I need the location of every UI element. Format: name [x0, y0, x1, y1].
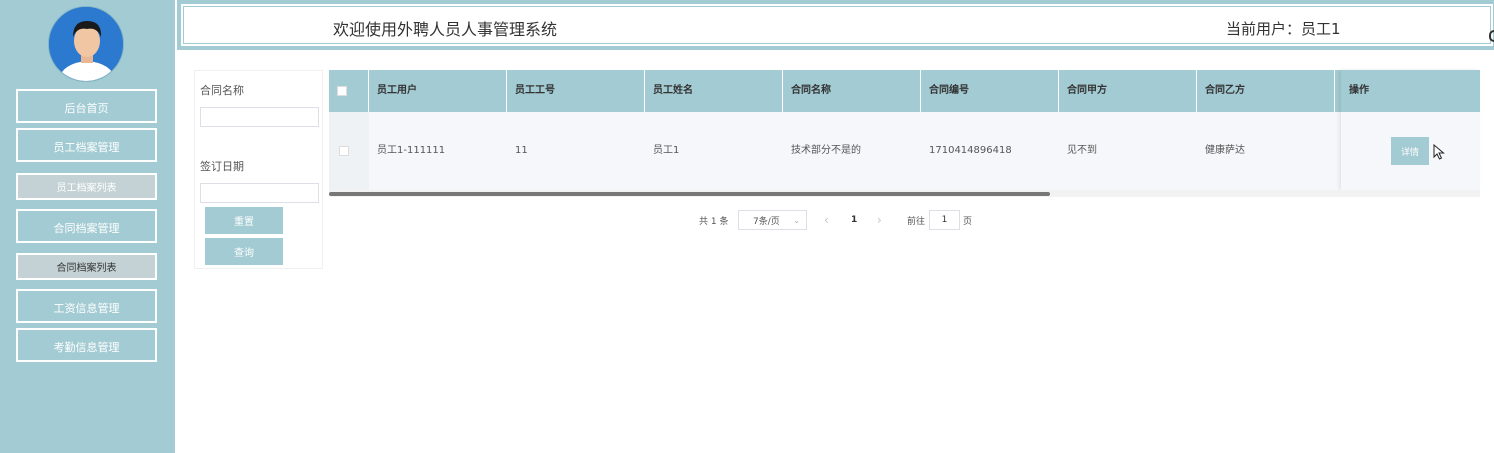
column-header-party-b[interactable]: 合同乙方 [1197, 70, 1335, 112]
prev-page-button[interactable]: ‹ [824, 210, 829, 230]
row-select-cell [329, 112, 369, 190]
sidebar-item-home[interactable]: 后台首页 [16, 89, 157, 123]
sidebar-item-attendance-management[interactable]: 考勤信息管理 [16, 328, 157, 362]
column-header-operations: 操作 [1341, 70, 1480, 112]
sign-date-input[interactable] [200, 183, 319, 203]
avatar-image [49, 7, 123, 81]
sidebar-item-contract-archive-list[interactable]: 合同档案列表 [16, 253, 157, 280]
table-header: 员工用户 员工工号 员工姓名 合同名称 合同编号 合同甲方 合同乙方 [329, 70, 1480, 112]
cell-employee-number: 11 [515, 145, 528, 156]
current-page-number[interactable]: 1 [851, 210, 857, 230]
cell-party-a: 见不到 [1067, 145, 1097, 156]
select-all-cell [329, 70, 369, 112]
detail-button[interactable]: 详情 [1391, 137, 1429, 165]
cell-party-b: 健康萨达 [1205, 145, 1245, 156]
column-header-employee-number[interactable]: 员工工号 [507, 70, 645, 112]
operations-cell: 详情 [1341, 112, 1480, 190]
avatar [48, 6, 124, 82]
column-header-party-a[interactable]: 合同甲方 [1059, 70, 1197, 112]
horizontal-scrollbar-thumb[interactable] [329, 192, 1050, 196]
edge-icon [1489, 30, 1494, 42]
operations-column: 操作 详情 [1341, 70, 1480, 190]
page-size-value: 7条/页 [753, 216, 780, 227]
sidebar-item-salary-management[interactable]: 工资信息管理 [16, 289, 157, 323]
contract-name-input[interactable] [200, 107, 319, 127]
pagination-total: 共 1 条 [699, 216, 729, 227]
goto-page-input[interactable]: 1 [929, 210, 960, 230]
goto-suffix-label: 页 [963, 216, 973, 227]
sidebar-item-contract-archive-management[interactable]: 合同档案管理 [16, 209, 157, 243]
mouse-cursor-icon [1433, 144, 1445, 160]
header: 欢迎使用外聘人员人事管理系统 当前用户：员工1 [177, 0, 1494, 50]
sign-date-label: 签订日期 [200, 160, 244, 173]
contract-name-label: 合同名称 [200, 84, 244, 97]
cell-contract-name: 技术部分不是的 [791, 145, 861, 156]
chevron-down-icon: ⌄ [793, 216, 800, 225]
search-panel: 合同名称 签订日期 重置 查询 [194, 70, 323, 269]
column-header-employee-name[interactable]: 员工姓名 [645, 70, 783, 112]
next-page-button[interactable]: › [877, 210, 882, 230]
cell-contract-number: 1710414896418 [929, 145, 1012, 156]
row-checkbox[interactable] [339, 146, 349, 156]
header-banner: 欢迎使用外聘人员人事管理系统 当前用户：员工1 [180, 3, 1494, 47]
contract-table: 员工用户 员工工号 员工姓名 合同名称 合同编号 合同甲方 合同乙方 员工1-1… [329, 70, 1480, 198]
goto-prefix-label: 前往 [907, 216, 926, 227]
cell-employee-user: 员工1-111111 [377, 145, 446, 156]
sidebar-item-employee-archive-list[interactable]: 员工档案列表 [16, 173, 157, 200]
sidebar-item-employee-archive-management[interactable]: 员工档案管理 [16, 128, 157, 162]
page-size-select[interactable]: 7条/页 ⌄ [738, 210, 807, 230]
page-title: 欢迎使用外聘人员人事管理系统 [333, 20, 558, 39]
current-user-label: 当前用户：员工1 [1226, 20, 1341, 38]
reset-button[interactable]: 重置 [205, 207, 283, 234]
sidebar: 后台首页 员工档案管理 员工档案列表 合同档案管理 合同档案列表 工资信息管理 … [0, 0, 175, 453]
select-all-checkbox[interactable] [337, 86, 347, 96]
column-header-contract-number[interactable]: 合同编号 [921, 70, 1059, 112]
column-header-contract-name[interactable]: 合同名称 [783, 70, 921, 112]
cell-employee-name: 员工1 [653, 145, 680, 156]
column-header-employee-user[interactable]: 员工用户 [369, 70, 507, 112]
query-button[interactable]: 查询 [205, 238, 283, 265]
table-row[interactable]: 员工1-111111 11 员工1 技术部分不是的 1710414896418 … [329, 112, 1480, 190]
